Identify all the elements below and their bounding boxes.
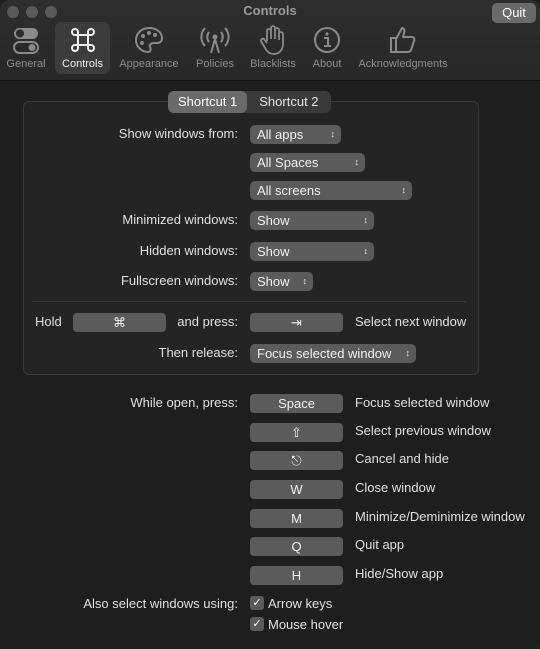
arrow-keys-checkbox[interactable]: ✓ [250,596,264,610]
show-windows-from-label: Show windows from: [118,126,238,141]
also-select-label: Also select windows using: [83,596,238,611]
screens-filter-popup[interactable]: All screens ↕ [250,181,412,200]
release-action-popup[interactable]: Focus selected window ↕ [250,344,416,363]
tab-general[interactable]: General [2,22,50,74]
press-key-recorder[interactable]: ⇥ [250,313,343,332]
hidden-windows-value: Show [257,244,290,259]
fullscreen-windows-label: Fullscreen windows: [120,273,238,288]
tab-about-label: About [312,58,342,70]
minimized-windows-value: Show [257,213,290,228]
tab-general-label: General [6,58,46,70]
tab-acknowledgments[interactable]: Acknowledgments [356,22,450,74]
chevron-updown-icon: ↕ [354,157,360,167]
spaces-filter-popup[interactable]: All Spaces ↕ [250,153,365,172]
and-press-label: and press: [177,314,238,329]
screens-filter-value: All screens [257,183,321,198]
release-action-value: Focus selected window [257,346,392,361]
spaces-filter-value: All Spaces [257,155,319,170]
tab-policies[interactable]: Policies [190,22,240,74]
action-close-window: Close window [355,480,436,495]
arrow-keys-label: Arrow keys [268,596,333,611]
fullscreen-windows-popup[interactable]: Show ↕ [250,272,313,291]
apps-filter-value: All apps [257,127,304,142]
mouse-hover-label: Mouse hover [268,617,344,632]
key-shift[interactable]: ⇧ [250,423,343,442]
action-select-previous-window: Select previous window [355,423,491,438]
tab-controls-label: Controls [62,58,103,70]
hold-label: Hold [35,314,62,329]
tab-shortcut-1[interactable]: Shortcut 1 [168,91,248,113]
shortcut-tab-switcher: Shortcut 1 Shortcut 2 [168,91,331,113]
tab-controls[interactable]: Controls [55,22,110,74]
action-minimize-window: Minimize/Deminimize window [355,509,525,524]
tab-acknowledgments-label: Acknowledgments [358,58,448,70]
minimized-windows-popup[interactable]: Show ↕ [250,211,374,230]
chevron-updown-icon: ↕ [330,129,336,139]
chevron-updown-icon: ↕ [401,185,407,195]
antenna-icon [200,27,230,54]
select-next-window-label: Select next window [355,314,467,329]
hold-key-recorder[interactable]: ⌘ [73,313,166,332]
while-open-label: While open, press: [130,395,238,410]
key-m[interactable]: M [250,509,343,528]
window-title: Controls [243,3,297,18]
quit-button[interactable]: Quit [492,3,536,23]
tab-blacklists-label: Blacklists [250,58,296,70]
key-h[interactable]: H [250,566,343,585]
apps-filter-popup[interactable]: All apps ↕ [250,125,341,144]
hand-icon [260,25,284,55]
tab-about[interactable]: About [307,22,347,74]
thumbs-up-icon [390,27,416,53]
preferences-window: Controls Quit General Controls Appearanc… [0,0,540,649]
action-focus-selected-window: Focus selected window [355,395,490,410]
tab-blacklists[interactable]: Blacklists [246,22,300,74]
fullscreen-windows-value: Show [257,274,290,289]
then-release-label: Then release: [158,345,239,360]
action-quit-app: Quit app [355,537,405,552]
palette-icon [134,26,164,54]
key-space[interactable]: Space [250,394,343,413]
tab-policies-label: Policies [196,58,234,70]
hidden-windows-label: Hidden windows: [139,243,238,258]
command-key-icon [70,28,95,52]
chevron-updown-icon: ↕ [363,246,369,256]
action-cancel-and-hide: Cancel and hide [355,451,449,466]
tab-appearance[interactable]: Appearance [117,22,181,74]
key-q[interactable]: Q [250,537,343,556]
info-icon [314,27,340,53]
action-hide-show-app: Hide/Show app [355,566,444,581]
toggle-icon [13,28,39,54]
chevron-updown-icon: ↕ [363,215,369,225]
tab-appearance-label: Appearance [119,58,179,70]
key-escape[interactable]: ⎋ [250,451,343,470]
hidden-windows-popup[interactable]: Show ↕ [250,242,374,261]
chevron-updown-icon: ↕ [302,276,308,286]
minimized-windows-label: Minimized windows: [122,212,238,227]
chevron-updown-icon: ↕ [405,348,411,358]
panel-divider [32,301,466,302]
toolbar: Controls Quit General Controls Appearanc… [0,0,540,81]
mouse-hover-checkbox[interactable]: ✓ [250,617,264,631]
tab-shortcut-2[interactable]: Shortcut 2 [247,91,330,113]
key-w[interactable]: W [250,480,343,499]
